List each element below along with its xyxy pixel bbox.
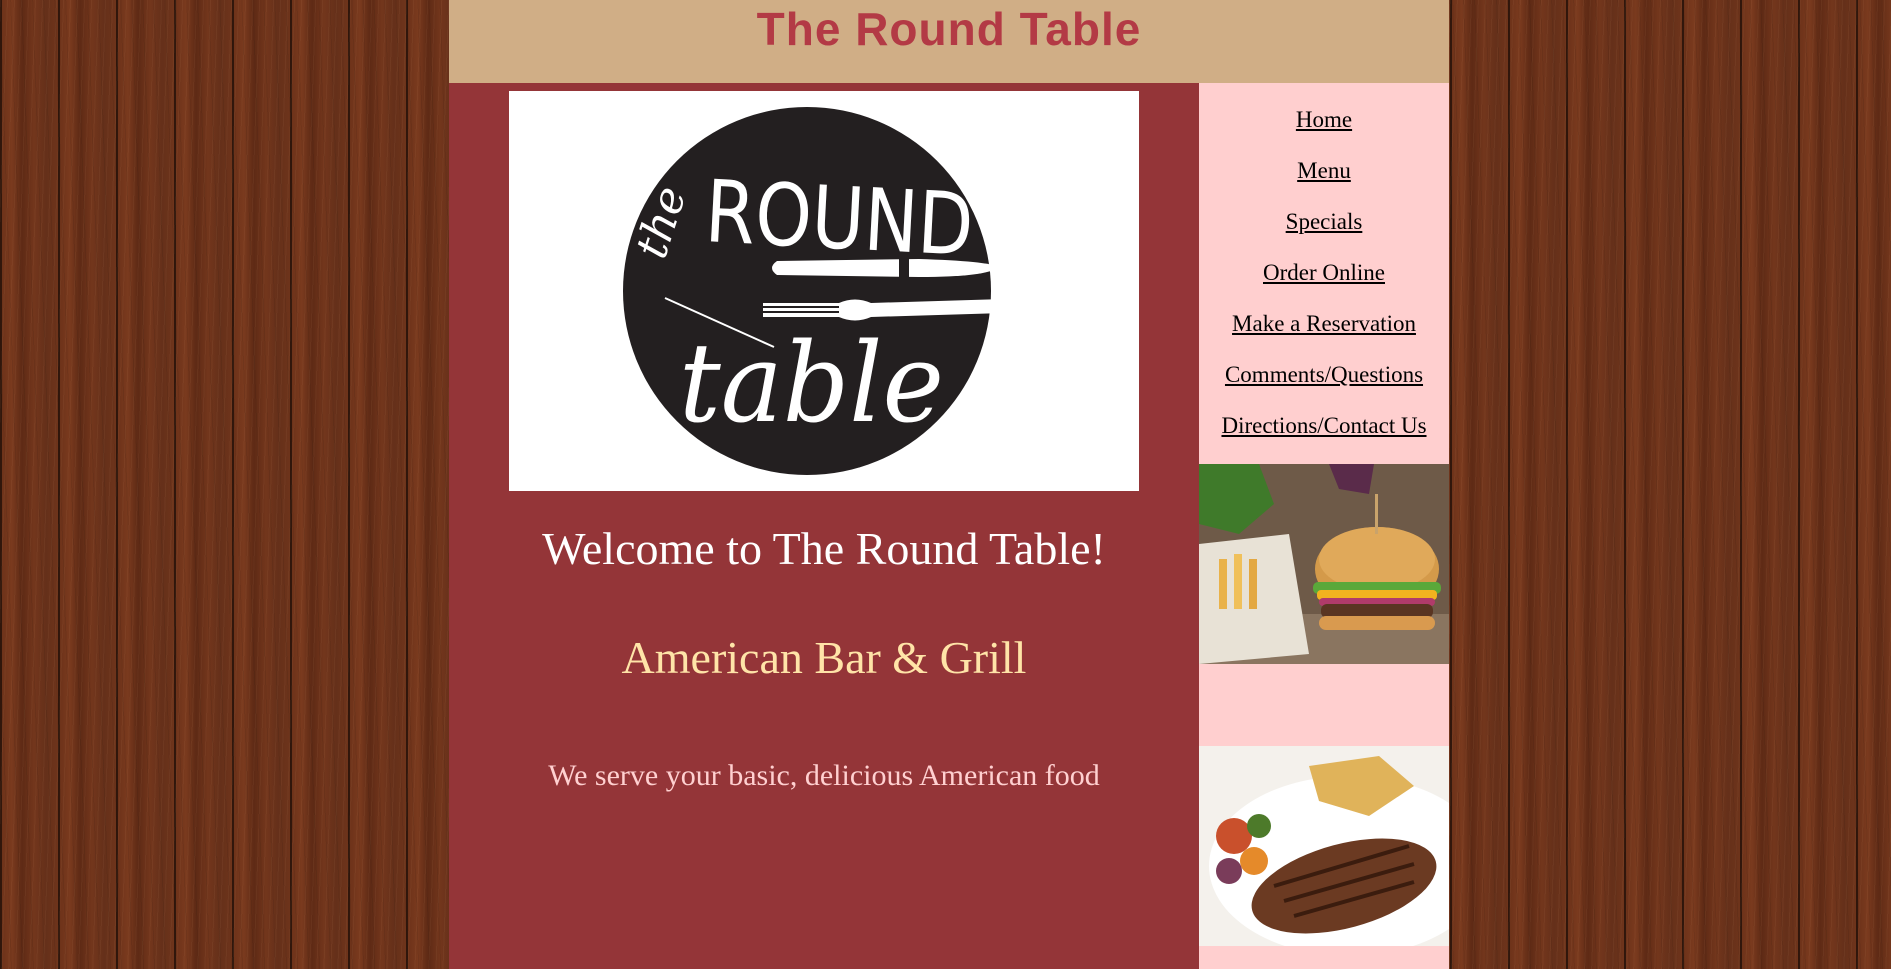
svg-text:table: table xyxy=(679,319,944,447)
nav-item-specials: Specials xyxy=(1199,205,1449,256)
nav-link-menu[interactable]: Menu xyxy=(1297,158,1351,183)
nav-link-directions[interactable]: Directions/Contact Us xyxy=(1221,413,1426,438)
steak-photo xyxy=(1199,746,1449,946)
restaurant-subtitle: American Bar & Grill xyxy=(621,632,1027,683)
sidebar: Home Menu Specials Order Online Make a R… xyxy=(1199,83,1449,969)
svg-text:ROUND: ROUND xyxy=(703,162,976,276)
nav-item-reservation: Make a Reservation xyxy=(1199,307,1449,358)
nav-item-directions: Directions/Contact Us xyxy=(1199,409,1449,460)
nav-link-specials[interactable]: Specials xyxy=(1286,209,1363,234)
nav-item-order-online: Order Online xyxy=(1199,256,1449,307)
nav-item-comments: Comments/Questions xyxy=(1199,358,1449,409)
nav-link-order-online[interactable]: Order Online xyxy=(1263,260,1385,285)
nav-item-home: Home xyxy=(1199,103,1449,154)
burger-photo xyxy=(1199,464,1449,664)
nav-item-menu: Menu xyxy=(1199,154,1449,205)
site-title: The Round Table xyxy=(756,3,1142,55)
site-banner: The Round Table xyxy=(449,0,1449,83)
main-content: the ROUND table Welcome to The Round Tab… xyxy=(449,83,1199,969)
nav-link-comments[interactable]: Comments/Questions xyxy=(1225,362,1423,387)
nav-menu: Home Menu Specials Order Online Make a R… xyxy=(1199,103,1449,460)
nav-link-home[interactable]: Home xyxy=(1296,107,1352,132)
welcome-heading: Welcome to The Round Table! xyxy=(542,523,1106,574)
round-table-logo: the ROUND table xyxy=(509,91,1139,491)
page-container: The Round Table the ROUND table Welcome … xyxy=(449,0,1449,969)
tagline: We serve your basic, delicious American … xyxy=(548,759,1100,792)
nav-link-reservation[interactable]: Make a Reservation xyxy=(1232,311,1416,336)
